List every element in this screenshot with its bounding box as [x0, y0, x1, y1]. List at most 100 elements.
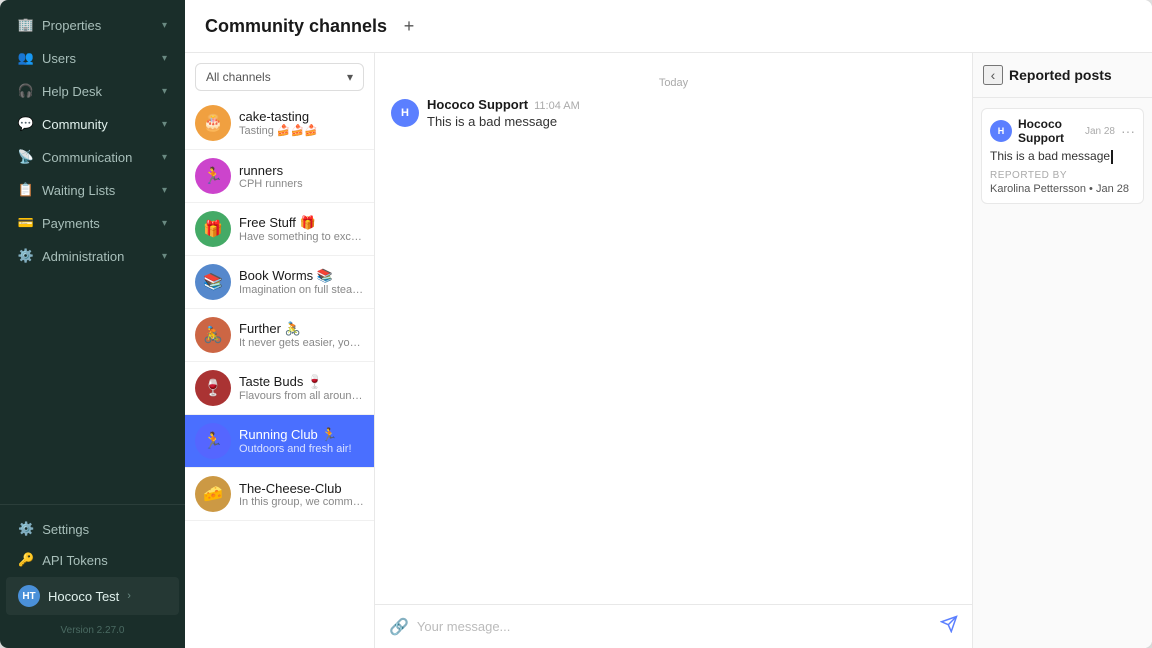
chat-panel: Today H Hococo Support 11:04 AM This is … — [375, 53, 972, 648]
chevron-users-icon: ▾ — [162, 53, 167, 64]
sidebar-item-label-payments: Payments — [42, 216, 154, 231]
channel-info-cheese-club: The-Cheese-Club In this group, we commun… — [239, 481, 364, 508]
api-tokens-icon: 🔑 — [18, 552, 34, 568]
reported-by-label: REPORTED BY — [990, 170, 1135, 181]
sidebar-item-api-tokens[interactable]: 🔑 API Tokens — [6, 545, 179, 575]
reported-panel: ‹ Reported posts H Hococo Support Jan 28… — [972, 53, 1152, 648]
sidebar-item-payments[interactable]: 💳Payments▾ — [6, 207, 179, 239]
sidebar-bottom: ⚙️Settings🔑API Tokens HT Hococo Test › V… — [0, 504, 185, 648]
waiting-lists-icon: 📋 — [18, 182, 34, 198]
channel-name-further: Further 🚴 — [239, 321, 364, 337]
chevron-communication-icon: ▾ — [162, 152, 167, 163]
channel-avatar-taste-buds: 🍷 — [195, 370, 231, 406]
reported-header: ‹ Reported posts — [973, 53, 1152, 98]
attach-icon[interactable]: 🔗 — [389, 617, 409, 637]
reported-message-text: This is a bad message — [990, 149, 1135, 164]
channel-info-cake-tasting: cake-tasting Tasting 🍰🍰🍰 — [239, 109, 364, 137]
sidebar-item-helpdesk[interactable]: 🎧 Help Desk ▾ — [6, 75, 179, 107]
reported-post-date: Jan 28 — [1085, 126, 1115, 137]
payments-icon: 💳 — [18, 215, 34, 231]
channel-info-book-worms: Book Worms 📚 Imagination on full steam..… — [239, 268, 364, 296]
message-text: This is a bad message — [427, 114, 956, 129]
sidebar-item-label-waiting-lists: Waiting Lists — [42, 183, 154, 198]
sidebar-item-communication[interactable]: 📡Communication▾ — [6, 141, 179, 173]
sidebar-item-label-administration: Administration — [42, 249, 154, 264]
helpdesk-icon: 🎧 — [18, 83, 34, 99]
message-header: Hococo Support 11:04 AM — [427, 97, 956, 112]
chevron-administration-icon: ▾ — [162, 251, 167, 262]
channel-sub-runners: CPH runners — [239, 178, 364, 190]
properties-icon: 🏢 — [18, 17, 34, 33]
reported-user-name: Hococo Support — [1018, 117, 1079, 145]
sidebar-item-settings[interactable]: ⚙️Settings — [6, 514, 179, 544]
chevron-waiting-lists-icon: ▾ — [162, 185, 167, 196]
channel-sub-cake-tasting: Tasting 🍰🍰🍰 — [239, 124, 364, 137]
channel-avatar-cake-tasting: 🎂 — [195, 105, 231, 141]
main-header: Community channels + — [185, 0, 1152, 53]
hococo-avatar: HT — [18, 585, 40, 607]
channel-sub-free-stuff: Have something to exchange?... — [239, 231, 364, 243]
sidebar-item-administration[interactable]: ⚙️Administration▾ — [6, 240, 179, 272]
channel-sub-running-club: Outdoors and fresh air! — [239, 443, 364, 455]
sidebar-label-api-tokens: API Tokens — [42, 553, 108, 568]
chevron-community-icon: ▾ — [162, 119, 167, 130]
message-avatar: H — [391, 99, 419, 127]
channel-name-free-stuff: Free Stuff 🎁 — [239, 215, 364, 231]
sidebar-item-label-communication: Communication — [42, 150, 154, 165]
channel-avatar-cheese-club: 🧀 — [195, 476, 231, 512]
channel-avatar-runners: 🏃 — [195, 158, 231, 194]
channel-name-runners: runners — [239, 163, 364, 178]
sidebar-item-label-helpdesk: Help Desk — [42, 84, 154, 99]
reported-user-avatar: H — [990, 120, 1012, 142]
channel-item-running-club[interactable]: 🏃 Running Club 🏃 Outdoors and fresh air! — [185, 415, 374, 468]
channel-item-book-worms[interactable]: 📚 Book Worms 📚 Imagination on full steam… — [185, 256, 374, 309]
channel-item-taste-buds[interactable]: 🍷 Taste Buds 🍷 Flavours from all around … — [185, 362, 374, 415]
channel-sub-taste-buds: Flavours from all around the w... — [239, 390, 364, 402]
sidebar-item-label-properties: Properties — [42, 18, 154, 33]
channel-item-further[interactable]: 🚴 Further 🚴 It never gets easier, you ju… — [185, 309, 374, 362]
channel-info-running-club: Running Club 🏃 Outdoors and fresh air! — [239, 427, 364, 455]
sidebar-item-waiting-lists[interactable]: 📋 Waiting Lists ▾ — [6, 174, 179, 206]
channel-name-cheese-club: The-Cheese-Club — [239, 481, 364, 496]
sidebar: 🏢Properties▾👥Users▾🎧Help Desk▾💬Community… — [0, 0, 185, 648]
channel-info-further: Further 🚴 It never gets easier, you just… — [239, 321, 364, 349]
chevron-properties-icon: ▾ — [162, 20, 167, 31]
reported-card: H Hococo Support Jan 28 ··· This is a ba… — [981, 108, 1144, 204]
channel-info-free-stuff: Free Stuff 🎁 Have something to exchange?… — [239, 215, 364, 243]
chevron-helpdesk-icon: ▾ — [162, 86, 167, 97]
date-divider: Today — [391, 77, 956, 89]
sidebar-hococo-item[interactable]: HT Hococo Test › — [6, 577, 179, 615]
channel-avatar-book-worms: 📚 — [195, 264, 231, 300]
reported-card-header: H Hococo Support Jan 28 ··· — [990, 117, 1135, 145]
chat-input-bar: 🔗 — [375, 604, 972, 648]
channel-item-free-stuff[interactable]: 🎁 Free Stuff 🎁 Have something to exchang… — [185, 203, 374, 256]
channel-sub-cheese-club: In this group, we communicat... — [239, 496, 364, 508]
users-icon: 👥 — [18, 50, 34, 66]
channel-name-running-club: Running Club 🏃 — [239, 427, 364, 443]
hococo-chevron-icon: › — [127, 590, 131, 602]
channel-items: 🎂 cake-tasting Tasting 🍰🍰🍰 🏃 runners CPH… — [185, 97, 374, 648]
send-icon[interactable] — [940, 615, 958, 638]
channel-item-runners[interactable]: 🏃 runners CPH runners — [185, 150, 374, 203]
channel-avatar-further: 🚴 — [195, 317, 231, 353]
channel-avatar-free-stuff: 🎁 — [195, 211, 231, 247]
page-title: Community channels — [205, 16, 387, 37]
channel-filter-button[interactable]: All channels ▾ — [195, 63, 364, 91]
message-author: Hococo Support — [427, 97, 528, 112]
add-channel-button[interactable]: + — [397, 14, 421, 38]
sidebar-item-users[interactable]: 👥Users▾ — [6, 42, 179, 74]
cursor-indicator — [1111, 150, 1113, 164]
sidebar-item-properties[interactable]: 🏢 Properties ▾ — [6, 9, 179, 41]
sidebar-item-community[interactable]: 💬Community▾ — [6, 108, 179, 140]
back-button[interactable]: ‹ — [983, 65, 1003, 85]
message-input[interactable] — [417, 619, 932, 634]
channel-info-runners: runners CPH runners — [239, 163, 364, 190]
channel-filter: All channels ▾ — [185, 53, 374, 97]
channel-item-cheese-club[interactable]: 🧀 The-Cheese-Club In this group, we comm… — [185, 468, 374, 521]
reported-by-user: Karolina Pettersson • Jan 28 — [990, 183, 1135, 195]
channel-list: All channels ▾ 🎂 cake-tasting Tasting 🍰🍰… — [185, 53, 375, 648]
channel-info-taste-buds: Taste Buds 🍷 Flavours from all around th… — [239, 374, 364, 402]
message-time: 11:04 AM — [534, 100, 580, 112]
channel-item-cake-tasting[interactable]: 🎂 cake-tasting Tasting 🍰🍰🍰 — [185, 97, 374, 150]
reported-more-icon[interactable]: ··· — [1121, 123, 1135, 139]
